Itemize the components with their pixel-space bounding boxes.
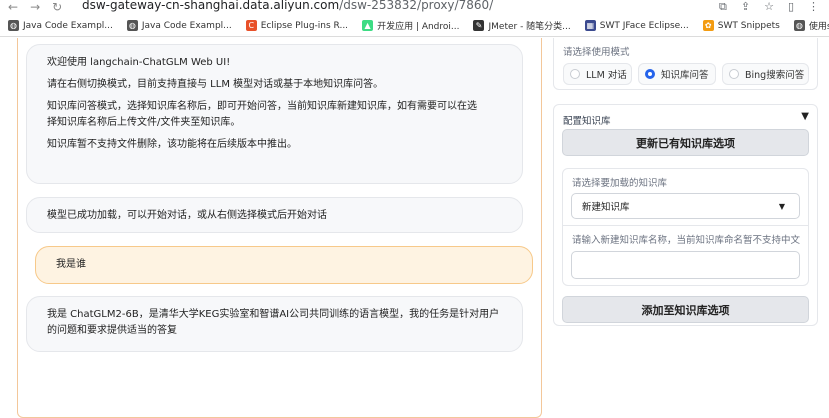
- kb-name-label: 请输入新建知识库名称，当前知识库命名暂不支持中文: [572, 235, 801, 246]
- bookmark-item[interactable]: ✿ SWT Snippets: [702, 20, 780, 31]
- globe-icon: ◍: [126, 20, 138, 31]
- radio-llm-chat[interactable]: LLM 对话: [563, 63, 632, 85]
- bookmark-item[interactable]: ◍ Java Code Exampl...: [8, 20, 113, 31]
- mode-selector: 请选择使用模式 LLM 对话 知识库问答 Bing搜索问答: [553, 38, 818, 90]
- bookmark-label: 使用shadowsocks...: [808, 22, 829, 32]
- globe-icon: ◍: [793, 20, 805, 31]
- globe-icon: ◍: [8, 20, 19, 31]
- radio-label: 知识库问答: [661, 70, 709, 81]
- radio-kb-qa[interactable]: 知识库问答: [638, 63, 716, 85]
- user-message-text: 我是谁: [56, 259, 86, 270]
- bot-reply-line-2: 的问题和要求提供适当的答复: [47, 325, 177, 336]
- kb-name-block: 请输入新建知识库名称，当前知识库命名暂不支持中文: [562, 226, 809, 286]
- bookmark-label: Eclipse Plug-ins R...: [260, 20, 349, 31]
- bookmark-item[interactable]: ◍使用shadowsocks...: [793, 19, 829, 32]
- bot-reply-line-1: 我是 ChatGLM2-6B，是清华大学KEG实验室和智谱AI公司共同训练的语言…: [47, 309, 500, 320]
- bookmark-label: SWT JFace Eclipse...: [599, 20, 689, 31]
- kb-config-panel: 配置知识库 ▼ 更新已有知识库选项 请选择要加载的知识库 新建知识库 ▼ 请输入…: [553, 104, 818, 326]
- menu-icon[interactable]: ⋮: [808, 0, 819, 14]
- bookmark-item[interactable]: ▲ 开发应用 | Androi...: [362, 19, 459, 32]
- kb-select-block: 请选择要加载的知识库 新建知识库 ▼: [562, 168, 809, 226]
- kb-select-label: 请选择要加载的知识库: [572, 178, 668, 189]
- browser-toolbar-icons: ⧉ ⇪ ☆ ▯ ⋮: [719, 0, 829, 14]
- url-path: /dsw-253832/proxy/7860/: [339, 0, 494, 12]
- radio-label: LLM 对话: [586, 70, 627, 81]
- radio-label: Bing搜索问答: [745, 70, 805, 81]
- radio-dot: [570, 69, 580, 79]
- bot-reply: 我是 ChatGLM2-6B，是清华大学KEG实验室和智谱AI公司共同训练的语言…: [26, 296, 523, 352]
- bookmark-item[interactable]: C Eclipse Plug-ins R...: [245, 20, 349, 31]
- kb-select-value: 新建知识库: [582, 202, 630, 213]
- bookmark-label: SWT Snippets: [717, 20, 780, 31]
- welcome-line-2: 请在右侧切换模式，目前支持直接与 LLM 模型对话或基于本地知识库问答。: [47, 79, 384, 90]
- bookmark-label: Java Code Exampl...: [23, 20, 113, 31]
- radio-bing-search[interactable]: Bing搜索问答: [722, 63, 809, 85]
- collapse-triangle-icon[interactable]: ▼: [801, 111, 809, 122]
- bookmark-item[interactable]: ◍ Java Code Exampl...: [126, 20, 232, 31]
- snippet-icon: ✿: [702, 20, 714, 31]
- welcome-line-3b: 择知识库名称后上传文件/文件夹至知识库。: [47, 117, 241, 128]
- user-message: 我是谁: [35, 246, 533, 284]
- kb-select-dropdown[interactable]: 新建知识库 ▼: [571, 193, 800, 219]
- kb-config-title: 配置知识库: [563, 116, 611, 127]
- add-kb-button[interactable]: 添加至知识库选项: [562, 296, 809, 323]
- welcome-line-3a: 知识库问答模式，选择知识库名称后，即可开始问答，当前知识库新建知识库，如有需要可…: [47, 101, 477, 112]
- url-host: dsw-gateway-cn-shanghai.data.aliyun.com: [82, 0, 340, 12]
- forward-icon[interactable]: →: [30, 0, 40, 14]
- bookmarks-bar: ◍ Java Code Exampl... ◍ Java Code Exampl...…: [0, 15, 829, 37]
- browser-nav: ← → ↻: [0, 0, 82, 14]
- welcome-line-1: 欢迎使用 langchain-ChatGLM Web UI!: [47, 57, 231, 68]
- radio-dot-checked: [645, 69, 655, 79]
- browser-address-bar: ← → ↻ dsw-gateway-cn-shanghai.data.aliyu…: [0, 0, 829, 14]
- share-icon[interactable]: ⇪: [741, 0, 750, 14]
- bot-message-text: 模型已成功加载，可以开始对话，或从右侧选择模式后开始对话: [47, 210, 327, 221]
- url-field[interactable]: dsw-gateway-cn-shanghai.data.aliyun.com/…: [82, 0, 719, 12]
- c-logo-icon: C: [245, 20, 257, 31]
- dropdown-caret-icon: ▼: [778, 202, 785, 211]
- welcome-message: 欢迎使用 langchain-ChatGLM Web UI! 请在右侧切换模式，…: [26, 44, 523, 184]
- swt-icon: ▦: [584, 20, 596, 31]
- bookmark-label: JMeter - 随笔分类...: [488, 22, 571, 32]
- update-kb-button[interactable]: 更新已有知识库选项: [562, 129, 809, 156]
- feather-icon: ✎: [473, 20, 485, 31]
- mode-label: 请选择使用模式: [563, 47, 630, 58]
- bookmark-label: Java Code Exampl...: [141, 20, 232, 31]
- back-icon[interactable]: ←: [8, 0, 18, 14]
- bookmark-item[interactable]: ▦ SWT JFace Eclipse...: [584, 20, 689, 31]
- translate-icon[interactable]: ⧉: [719, 0, 727, 14]
- welcome-line-4: 知识库暂不支持文件删除，该功能将在后续版本中推出。: [47, 139, 297, 150]
- star-icon[interactable]: ☆: [764, 0, 774, 14]
- kb-name-input[interactable]: [571, 251, 800, 279]
- radio-dot: [729, 69, 739, 79]
- sidebar-icon[interactable]: ▯: [788, 0, 794, 14]
- reload-icon[interactable]: ↻: [52, 0, 62, 14]
- android-icon: ▲: [362, 20, 374, 31]
- bookmark-item[interactable]: ✎ JMeter - 随笔分类...: [473, 19, 571, 32]
- bot-message-loaded: 模型已成功加载，可以开始对话，或从右侧选择模式后开始对话: [26, 197, 523, 233]
- bookmark-label: 开发应用 | Androi...: [377, 22, 460, 32]
